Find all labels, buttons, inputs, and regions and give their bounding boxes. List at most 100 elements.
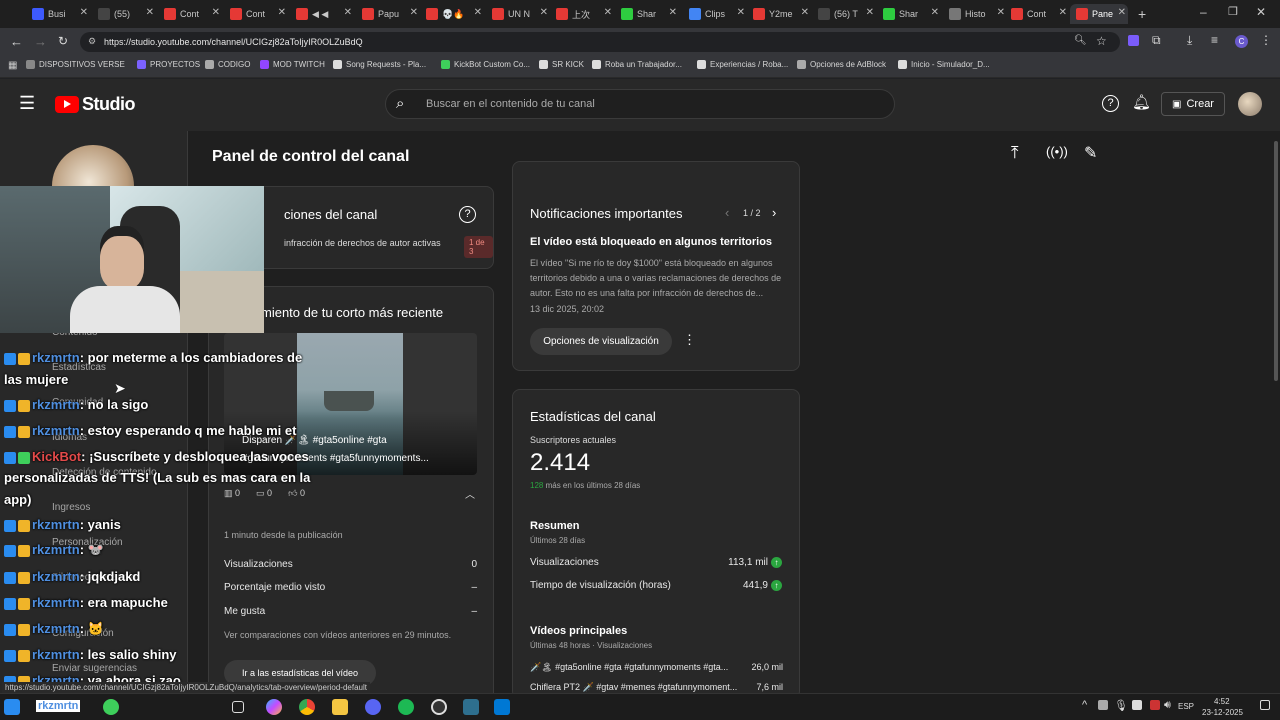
tab-close-icon[interactable]: ✕	[866, 7, 874, 18]
create-post-icon[interactable]: ✎	[1084, 143, 1097, 163]
more-options-icon[interactable]: ⋮	[683, 332, 696, 348]
tab-close-icon[interactable]: ✕	[474, 7, 482, 18]
live-stream-icon[interactable]: ((•))	[1046, 144, 1068, 159]
channel-avatar[interactable]	[1238, 92, 1262, 116]
reload-icon[interactable]: ↻	[58, 34, 68, 48]
profile-avatar[interactable]: C	[1235, 35, 1248, 48]
hamburger-menu-icon[interactable]: ☰	[19, 93, 35, 114]
page-scrollbar[interactable]	[1274, 141, 1278, 381]
back-icon[interactable]: ←	[10, 34, 23, 49]
browser-tab[interactable]: Cont ✕	[1005, 4, 1069, 24]
tab-close-icon[interactable]: ✕	[997, 7, 1005, 18]
bookmark-item[interactable]: DISPOSITIVOS VERSE	[26, 60, 125, 69]
tab-close-icon[interactable]: ✕	[604, 7, 612, 18]
tab-close-icon[interactable]: ✕	[344, 7, 352, 18]
bookmark-item[interactable]: PROYECTOS	[137, 60, 200, 69]
bookmark-item[interactable]: KickBot Custom Co...	[441, 60, 530, 69]
url-field[interactable]: ⚙ https://studio.youtube.com/channel/UCI…	[80, 32, 1120, 52]
bookmark-item[interactable]: Opciones de AdBlock	[797, 60, 886, 69]
tray-icon[interactable]	[1098, 700, 1108, 710]
bookmark-item[interactable]: CODIGO	[205, 60, 250, 69]
download-icon[interactable]: ⤓	[1187, 33, 1192, 48]
browser-tab[interactable]: Busi ✕	[26, 4, 90, 24]
zoom-icon[interactable]: 🔍︎	[1074, 35, 1087, 46]
bookmark-star-icon[interactable]: ☆	[1096, 34, 1107, 48]
bookmark-item[interactable]: Experiencias / Roba...	[697, 60, 788, 69]
browser-tab[interactable]: UN N ✕	[486, 4, 550, 24]
tray-icon[interactable]	[1150, 700, 1160, 710]
discord-icon[interactable]	[365, 699, 381, 715]
browser-tab[interactable]: 💀🔥 ✕	[420, 4, 484, 24]
new-tab-button[interactable]: +	[1138, 6, 1146, 22]
create-button[interactable]: ▣ Crear	[1161, 92, 1225, 116]
tab-close-icon[interactable]: ✕	[278, 7, 286, 18]
tab-close-icon[interactable]: ✕	[1118, 7, 1126, 18]
file-explorer-icon[interactable]	[332, 699, 348, 715]
taskbar-app-icon[interactable]	[103, 699, 119, 715]
close-window-button[interactable]: ✕	[1256, 5, 1266, 19]
browser-tab[interactable]: 上次 ✕	[550, 4, 614, 24]
browser-tab[interactable]: Cont ✕	[158, 4, 222, 24]
tab-close-icon[interactable]: ✕	[669, 7, 677, 18]
clock-time[interactable]: 4:52	[1214, 697, 1230, 706]
forward-icon[interactable]: →	[34, 34, 47, 49]
browser-tab[interactable]: Shar ✕	[615, 4, 679, 24]
top-video-row[interactable]: 🗡️🏝 #gta5online #gta #gtafunnymoments #g…	[530, 662, 783, 673]
task-view-icon[interactable]	[232, 701, 244, 713]
browser-tab[interactable]: Pane ✕	[1070, 4, 1128, 24]
next-chevron-icon[interactable]: ›	[772, 205, 776, 220]
tab-close-icon[interactable]: ✕	[801, 7, 809, 18]
collapse-chevron-icon[interactable]: ︿	[465, 486, 475, 501]
tab-close-icon[interactable]: ✕	[410, 7, 418, 18]
browser-tab[interactable]: Clips ✕	[683, 4, 747, 24]
obs-icon[interactable]	[431, 699, 447, 715]
tray-icon[interactable]	[1132, 700, 1142, 710]
notifications-bell-icon[interactable]: 🔔︎	[1132, 93, 1151, 111]
browser-tab[interactable]: (55) ✕	[92, 4, 156, 24]
tab-close-icon[interactable]: ✕	[212, 7, 220, 18]
bookmark-item[interactable]: Roba un Trabajador...	[592, 60, 682, 69]
help-circle-icon[interactable]: ?	[459, 206, 476, 223]
browser-menu-icon[interactable]: ⋮	[1260, 33, 1272, 47]
start-icon[interactable]	[4, 699, 20, 715]
extensions-puzzle-icon[interactable]: ⧉	[1152, 33, 1161, 48]
chrome-icon[interactable]	[299, 699, 315, 715]
tray-chevron-icon[interactable]: ^	[1082, 699, 1087, 711]
site-info-icon[interactable]: ⚙	[88, 36, 96, 47]
tab-close-icon[interactable]: ✕	[146, 7, 154, 18]
bookmark-item[interactable]: SR KICK	[539, 60, 584, 69]
bookmark-item[interactable]: Song Requests - Pla...	[333, 60, 426, 69]
tab-close-icon[interactable]: ✕	[737, 7, 745, 18]
sidebar-item[interactable]: Ingresos	[52, 502, 90, 513]
tab-close-icon[interactable]: ✕	[80, 7, 88, 18]
browser-tab[interactable]: Y2me ✕	[747, 4, 811, 24]
spotify-icon[interactable]	[398, 699, 414, 715]
top-video-row[interactable]: Chiflera PT2 🗡️ #gtav #memes #gtafunnymo…	[530, 682, 783, 693]
vscode-icon[interactable]	[494, 699, 510, 715]
clock-date[interactable]: 23-12-2025	[1202, 708, 1243, 717]
notification-center-icon[interactable]	[1260, 700, 1270, 710]
minimize-button[interactable]: –	[1200, 5, 1207, 19]
bookmark-item[interactable]: Inicio - Simulador_D...	[898, 60, 990, 69]
tab-close-icon[interactable]: ✕	[540, 7, 548, 18]
reading-list-icon[interactable]: ≡	[1211, 33, 1218, 47]
app-icon[interactable]	[463, 699, 479, 715]
browser-tab[interactable]: Histo ✕	[943, 4, 1007, 24]
browser-tab[interactable]: (56) T ✕	[812, 4, 876, 24]
microphone-icon[interactable]: 🎙︎	[1114, 699, 1128, 712]
prev-chevron-icon[interactable]: ‹	[725, 205, 729, 220]
copilot-icon[interactable]	[266, 699, 282, 715]
apps-grid-icon[interactable]: ▦	[8, 60, 17, 71]
maximize-button[interactable]: ❐	[1228, 5, 1238, 18]
studio-logo[interactable]: Studio	[55, 94, 136, 115]
tab-close-icon[interactable]: ✕	[1059, 7, 1067, 18]
browser-tab[interactable]: ◀ ◀ ✕	[290, 4, 354, 24]
speaker-icon[interactable]: 🔊︎	[1164, 699, 1171, 712]
bookmark-item[interactable]: MOD TWITCH	[260, 60, 325, 69]
help-icon[interactable]: ?	[1102, 95, 1119, 112]
extension-icon[interactable]	[1128, 35, 1139, 46]
view-options-button[interactable]: Opciones de visualización	[530, 328, 672, 355]
browser-tab[interactable]: Papu ✕	[356, 4, 420, 24]
studio-search-box[interactable]: ⌕ Buscar en el contenido de tu canal	[385, 89, 895, 119]
browser-tab[interactable]: Cont ✕	[224, 4, 288, 24]
